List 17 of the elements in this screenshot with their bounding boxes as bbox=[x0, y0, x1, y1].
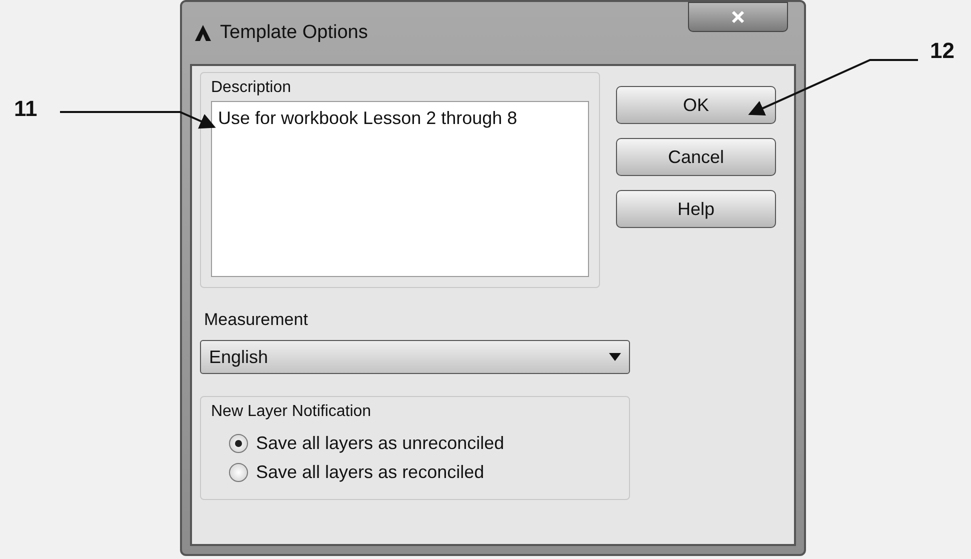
callout-number: 12 bbox=[930, 38, 954, 64]
dialog-button[interactable]: Cancel bbox=[616, 138, 776, 176]
group-label: Description bbox=[211, 79, 292, 97]
radio-option[interactable]: Save all layers as unreconciled bbox=[229, 433, 619, 454]
description-field[interactable]: Use for workbook Lesson 2 through 8 bbox=[211, 101, 589, 277]
field-label: Measurement bbox=[204, 310, 309, 330]
app-logo-icon bbox=[194, 24, 212, 42]
radio-option[interactable]: Save all layers as reconciled bbox=[229, 462, 619, 483]
measurement-dropdown[interactable]: English bbox=[200, 340, 630, 374]
callout-number: 11 bbox=[14, 96, 38, 122]
group-label: New Layer Notification bbox=[211, 403, 372, 421]
dialog-button[interactable]: Help bbox=[616, 190, 776, 228]
caret-icon bbox=[609, 353, 621, 361]
dialog-button[interactable]: OK bbox=[616, 86, 776, 124]
close-icon bbox=[731, 10, 745, 24]
window-title: Template Options bbox=[220, 22, 368, 44]
close-button[interactable] bbox=[688, 2, 788, 32]
